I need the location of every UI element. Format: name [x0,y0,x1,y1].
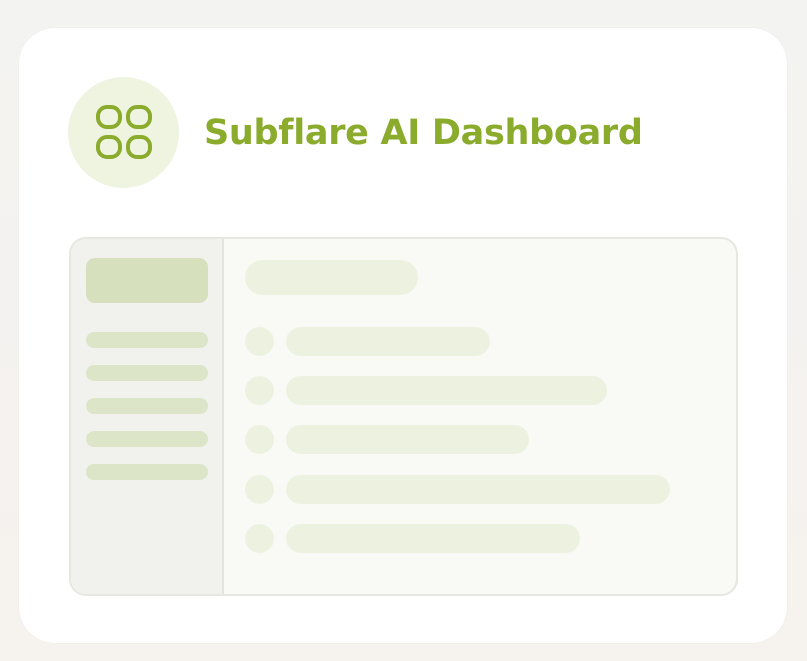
preview-sidebar [71,239,224,594]
row-bar-placeholder [286,425,529,454]
grid-icon [95,104,152,159]
page-title: Subflare AI Dashboard [204,113,643,153]
logo-badge [68,77,179,188]
sidebar-item-placeholder [86,365,208,381]
sidebar-item-placeholder [86,464,208,480]
row-dot-placeholder [245,376,274,405]
row-bar-placeholder [286,376,607,405]
sidebar-item-placeholder [86,431,208,447]
row-dot-placeholder [245,425,274,454]
dashboard-card: Subflare AI Dashboard [19,28,787,643]
row-bar-placeholder [286,475,670,504]
row-dot-placeholder [245,524,274,553]
row-dot-placeholder [245,475,274,504]
content-header-placeholder [245,260,418,295]
row-dot-placeholder [245,327,274,356]
row-bar-placeholder [286,327,490,356]
sidebar-item-placeholder [86,332,208,348]
dashboard-preview [69,237,738,596]
sidebar-header-placeholder [86,258,208,303]
row-bar-placeholder [286,524,580,553]
sidebar-item-placeholder [86,398,208,414]
